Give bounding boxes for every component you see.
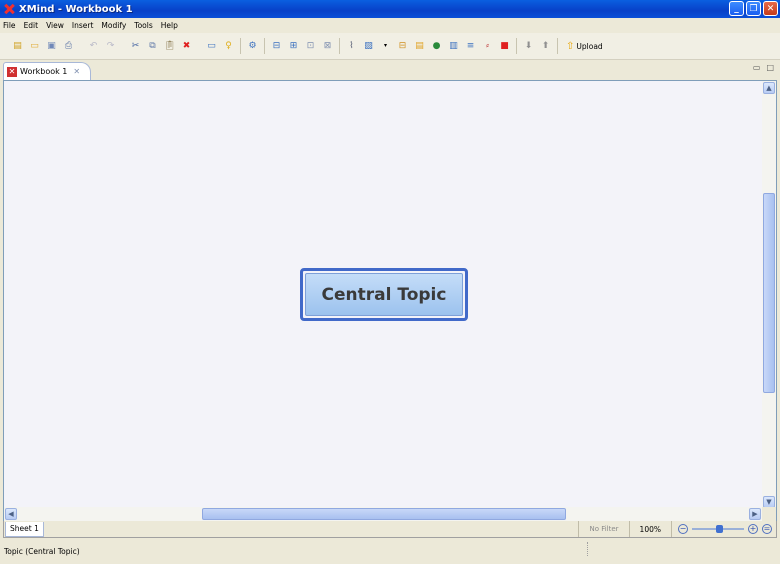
save-icon[interactable]: ▣ [46,41,57,52]
vertical-scroll-thumb[interactable] [763,193,775,393]
topic-icon[interactable]: ⊟ [271,41,282,52]
status-bar: Topic (Central Topic) [0,538,780,564]
zoom-in-icon[interactable]: + [748,524,758,534]
cut-icon[interactable]: ✂ [130,41,141,52]
editor-tab-strip: ✕ Workbook 1 ✕ ▭ □ [0,60,780,80]
subtopic-icon[interactable]: ⊞ [288,41,299,52]
drill-down-icon[interactable]: ⬇ [523,41,534,52]
menu-bar: File Edit View Insert Modify Tools Help [0,18,780,33]
restore-button[interactable]: ❐ [746,1,761,16]
menu-insert[interactable]: Insert [72,21,94,30]
dropdown-icon[interactable]: ▾ [380,41,391,52]
redo-icon[interactable]: ↷ [105,41,116,52]
scroll-left-icon[interactable]: ◀ [5,508,17,520]
fit-zoom-icon[interactable]: = [762,524,772,534]
menu-file[interactable]: File [3,21,16,30]
undo-icon[interactable]: ↶ [88,41,99,52]
separator [557,38,558,54]
sheet-bar: Sheet 1 No Filter 100% − + = [3,521,777,538]
central-topic[interactable]: Central Topic [300,268,468,321]
separator [516,38,517,54]
scroll-right-icon[interactable]: ▶ [749,508,761,520]
zoom-controls: − + = [671,521,776,537]
upload-label: Upload [576,41,603,51]
upload-button[interactable]: ⇧ Upload [566,41,603,52]
upload-arrow-icon: ⇧ [566,40,575,52]
sheet-tab[interactable]: Sheet 1 [5,521,44,537]
separator [240,38,241,54]
menu-tools[interactable]: Tools [134,21,152,30]
separator [339,38,340,54]
image-icon[interactable]: ▨ [363,41,374,52]
brainstorm-icon[interactable]: ⚙ [247,41,258,52]
horizontal-scrollbar[interactable]: ◀ ▶ [4,507,762,521]
scroll-up-icon[interactable]: ▲ [763,82,775,94]
presentation-icon[interactable]: ▭ [206,41,217,52]
attachment-icon[interactable]: ⌇ [346,41,357,52]
mindmap-editor: Central Topic ▲ ▼ ◀ ▶ [3,80,777,522]
workbook-icon: ✕ [7,66,17,77]
callout-icon[interactable]: ⊡ [305,41,316,52]
vertical-scrollbar[interactable]: ▲ ▼ [762,81,776,509]
paste-icon[interactable]: 📋︎ [164,41,175,52]
menu-view[interactable]: View [46,21,64,30]
tab-close-icon[interactable]: ✕ [73,67,80,76]
zoom-slider-knob[interactable] [716,525,723,533]
close-button[interactable]: ✕ [763,1,778,16]
new-icon[interactable]: ▤ [12,41,23,52]
minimize-view-icon[interactable]: ▭ [753,63,761,72]
status-divider [587,542,588,556]
floating-topic-icon[interactable]: ⊠ [322,41,333,52]
menu-help[interactable]: Help [161,21,178,30]
filter-status[interactable]: No Filter [578,521,628,537]
minimize-button[interactable]: _ [729,1,744,16]
boundary-icon[interactable]: ⊟ [397,41,408,52]
delete-icon[interactable]: ✖ [181,41,192,52]
central-topic-label: Central Topic [305,273,463,316]
toolbar: ▤ ▭ ▣ ⎙ ↶ ↷ ✂ ⧉ 📋︎ ✖ ▭ ♀ ⚙ ⊟ ⊞ ⊡ ⊠ ⌇ ▨ ▾… [0,33,780,60]
tab-controls: ▭ □ [753,63,774,72]
mindmap-canvas[interactable]: Central Topic [4,81,762,509]
label-icon[interactable]: ⸗ [482,41,493,52]
horizontal-scroll-thumb[interactable] [202,508,566,520]
separator [264,38,265,54]
copy-icon[interactable]: ⧉ [147,41,158,52]
note-icon[interactable]: ▤ [414,41,425,52]
menu-edit[interactable]: Edit [24,21,39,30]
tab-label: Workbook 1 [20,67,68,76]
status-text: Topic (Central Topic) [4,546,80,556]
maximize-view-icon[interactable]: □ [766,63,774,72]
drill-up-icon[interactable]: ⬆ [540,41,551,52]
menu-modify[interactable]: Modify [101,21,126,30]
tab-workbook-1[interactable]: ✕ Workbook 1 ✕ [3,62,91,80]
open-icon[interactable]: ▭ [29,41,40,52]
window-title: XMind - Workbook 1 [19,3,133,15]
title-bar: XMind - Workbook 1 _ ❐ ✕ [0,0,780,18]
zoom-out-icon[interactable]: − [678,524,688,534]
xmind-logo-icon [3,3,15,15]
summary-icon[interactable]: ▥ [448,41,459,52]
zoom-slider[interactable] [692,525,744,533]
stop-icon[interactable]: ■ [499,41,510,52]
relationship-icon[interactable]: ≡ [465,41,476,52]
idea-icon[interactable]: ♀ [223,41,234,52]
print-icon[interactable]: ⎙ [63,41,74,52]
zoom-level[interactable]: 100% [628,521,671,537]
marker-icon[interactable]: ● [431,41,442,52]
window-controls: _ ❐ ✕ [729,1,778,16]
scroll-corner [762,507,776,521]
sheet-bar-controls: No Filter 100% − + = [578,521,776,537]
